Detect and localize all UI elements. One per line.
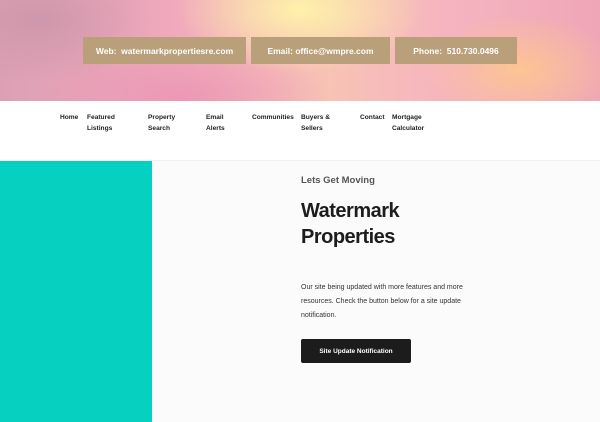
nav-item-buyers-sellers[interactable]: Buyers & Sellers — [301, 112, 330, 134]
page-title-line2: Properties — [301, 226, 395, 248]
nav-item-featured-listings[interactable]: Featured Listings — [87, 112, 115, 134]
hero-banner: Web: watermarkpropertiesre.com Email: of… — [0, 0, 600, 101]
nav-item-label-line2: Alerts — [206, 125, 225, 132]
nav-item-label-line2: Calculator — [392, 125, 425, 132]
nav-item-label-line2: Search — [148, 125, 170, 132]
teal-side-panel — [0, 161, 152, 422]
site-update-notification-button[interactable]: Site Update Notification — [301, 339, 411, 363]
nav-item-contact[interactable]: Contact — [360, 112, 385, 123]
nav-item-home[interactable]: Home — [60, 112, 78, 123]
main-navigation: Home Featured Listings Property Search E… — [0, 101, 600, 160]
description-text: Our site being updated with more feature… — [301, 284, 463, 319]
page-title-line1: Watermark — [301, 200, 400, 222]
nav-item-label-line2: Sellers — [301, 125, 323, 132]
nav-item-mortgage-calculator[interactable]: Mortgage Calculator — [392, 112, 424, 134]
website-button[interactable]: Web: watermarkpropertiesre.com — [83, 37, 246, 64]
nav-item-communities[interactable]: Communities — [252, 112, 294, 123]
nav-item-property-search[interactable]: Property Search — [148, 112, 175, 134]
cta-button-label: Site Update Notification — [319, 347, 393, 355]
nav-item-email-alerts[interactable]: Email Alerts — [206, 112, 225, 134]
email-button[interactable]: Email: office@wmpre.com — [251, 37, 390, 64]
email-button-label: Email: office@wmpre.com — [267, 45, 374, 56]
nav-item-label: Contact — [360, 114, 385, 121]
nav-item-label: Mortgage — [392, 114, 422, 121]
phone-button-label: Phone: 510.730.0496 — [413, 45, 499, 56]
nav-item-label: Communities — [252, 114, 294, 121]
nav-item-label-line2: Listings — [87, 125, 113, 132]
website-button-label: Web: watermarkpropertiesre.com — [95, 45, 234, 56]
nav-item-label: Buyers & — [301, 114, 330, 121]
page-title: Watermark Properties — [301, 198, 481, 250]
nav-item-label: Property — [148, 114, 176, 121]
section-kicker: Lets Get Moving — [301, 175, 375, 186]
nav-item-label: Email — [206, 114, 224, 121]
nav-item-label: Home — [60, 114, 79, 121]
phone-button[interactable]: Phone: 510.730.0496 — [395, 37, 517, 64]
nav-item-label: Featured — [87, 114, 115, 121]
